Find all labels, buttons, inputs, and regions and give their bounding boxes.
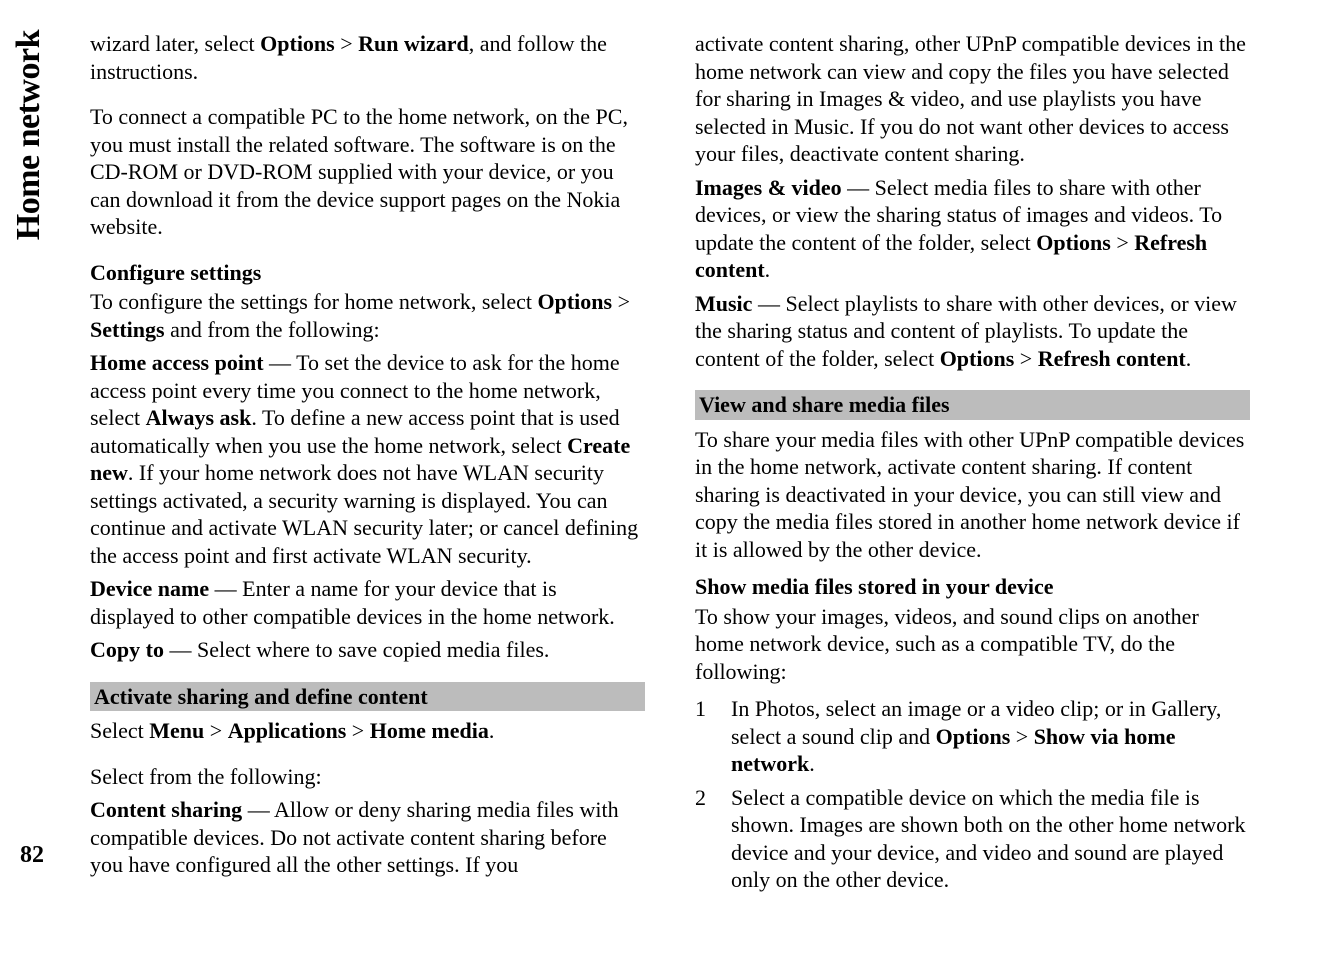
menu-option: Options [1036,230,1111,255]
text: . If your home network does not have WLA… [90,460,638,568]
menu-option: Options [940,346,1015,371]
page-number: 82 [20,842,44,869]
configure-intro: To configure the settings for home netwo… [90,288,645,343]
view-share-paragraph: To share your media files with other UPn… [695,426,1250,564]
content-sharing-continued: activate content sharing, other UPnP com… [695,30,1250,168]
setting-label: Images & video [695,175,842,200]
list-item: 2 Select a compatible device on which th… [695,784,1250,894]
setting-label: Music [695,291,752,316]
side-section-label: Home network [10,30,48,240]
setting-label: Home access point [90,350,264,375]
right-column: activate content sharing, other UPnP com… [695,30,1250,934]
music-item: Music — Select playlists to share with o… [695,290,1250,373]
show-media-intro: To show your images, videos, and sound c… [695,603,1250,686]
menu-option: Applications [228,718,347,743]
text: Select [90,718,149,743]
intro-paragraph-1: wizard later, select Options > Run wizar… [90,30,645,85]
menu-option: Menu [149,718,204,743]
configure-settings-heading: Configure settings [90,259,645,287]
text: > [346,718,369,743]
steps-list: 1 In Photos, select an image or a video … [695,695,1250,894]
text: > [1014,346,1037,371]
text: > [335,31,358,56]
step-text: Select a compatible device on which the … [731,784,1250,894]
step-number: 2 [695,784,709,894]
text: — Select where to save copied media file… [164,637,549,662]
content-sharing-item: Content sharing — Allow or deny sharing … [90,796,645,879]
menu-option: Home media [370,718,489,743]
text: > [612,289,630,314]
select-from-following: Select from the following: [90,763,645,791]
activate-sharing-heading: Activate sharing and define content [90,682,645,712]
images-video-item: Images & video — Select media files to s… [695,174,1250,284]
text: > [1010,724,1033,749]
menu-option: Refresh content [1038,346,1186,371]
text: . [809,751,815,776]
activate-path: Select Menu > Applications > Home media. [90,717,645,745]
text: wizard later, select [90,31,260,56]
text: and from the following: [165,317,380,342]
show-media-heading: Show media files stored in your device [695,573,1250,601]
device-name-item: Device name — Enter a name for your devi… [90,575,645,630]
menu-option: Run wizard [358,31,469,56]
intro-paragraph-2: To connect a compatible PC to the home n… [90,103,645,241]
setting-label: Copy to [90,637,164,662]
menu-option: Settings [90,317,165,342]
step-number: 1 [695,695,709,778]
setting-label: Content sharing [90,797,242,822]
home-access-point-item: Home access point — To set the device to… [90,349,645,569]
text: . [1186,346,1192,371]
menu-option: Options [538,289,613,314]
list-item: 1 In Photos, select an image or a video … [695,695,1250,778]
view-share-heading: View and share media files [695,390,1250,420]
left-column: wizard later, select Options > Run wizar… [90,30,645,934]
text: . [489,718,495,743]
copy-to-item: Copy to — Select where to save copied me… [90,636,645,664]
step-text: In Photos, select an image or a video cl… [731,695,1250,778]
menu-option: Options [260,31,335,56]
menu-option: Always ask [146,405,252,430]
text: > [204,718,227,743]
page-content: wizard later, select Options > Run wizar… [0,0,1322,954]
setting-label: Device name [90,576,209,601]
menu-option: Options [936,724,1011,749]
text: > [1111,230,1134,255]
text: To configure the settings for home netwo… [90,289,538,314]
text: . [765,257,771,282]
